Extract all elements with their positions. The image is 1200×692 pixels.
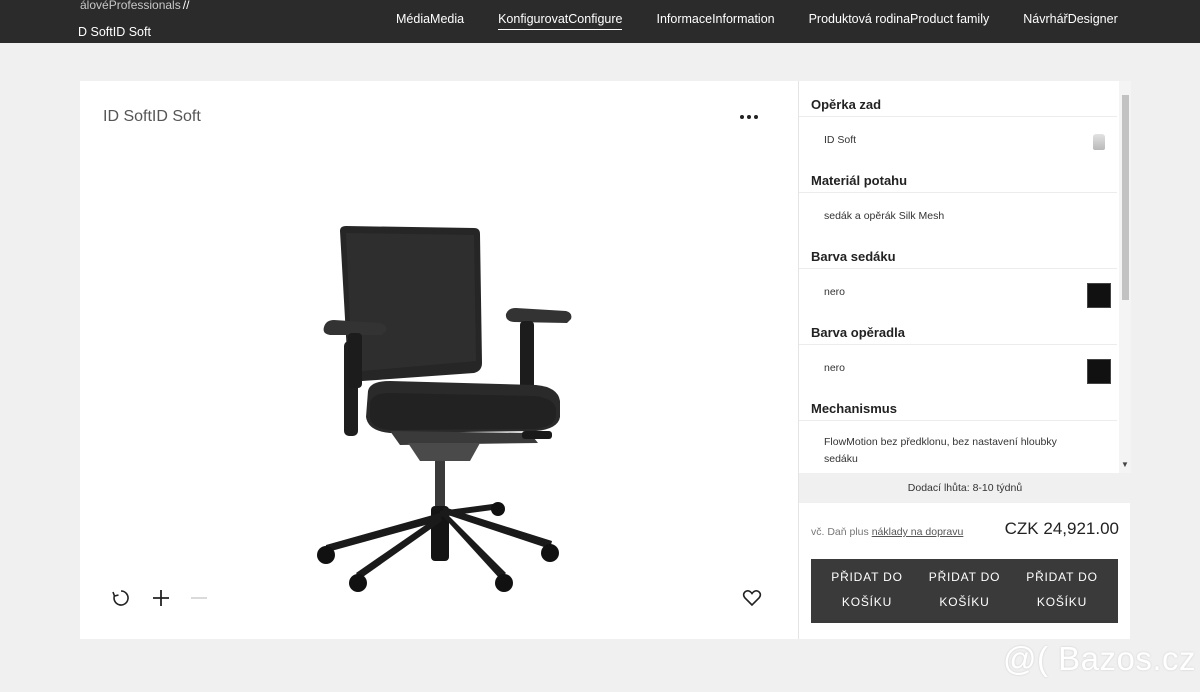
tax-prefix: vč. Daň plus (811, 526, 872, 538)
option-value-label: nero (824, 286, 846, 298)
option-group-mechanism: Mechanismus FlowMotion bez předklonu, be… (799, 385, 1119, 473)
shipping-cost-link[interactable]: náklady na dopravu (872, 526, 964, 538)
product-name-header: D SoftID Soft (78, 25, 151, 39)
option-value-label: FlowMotion bez předklonu, bez nastavení … (824, 436, 1057, 465)
breadcrumb[interactable]: álovéProfessionals// (80, 0, 189, 12)
heart-icon[interactable] (741, 587, 763, 609)
minus-icon[interactable] (188, 587, 210, 609)
nav-item-media[interactable]: MédiaMedia (396, 12, 464, 30)
product-viewer: ID SoftID Soft (80, 81, 798, 639)
breadcrumb-separator: // (182, 0, 190, 12)
delivery-time: Dodací lhůta: 8-10 týdnů (799, 473, 1131, 503)
option-value-mechanism[interactable]: FlowMotion bez předklonu, bez nastavení … (799, 421, 1119, 473)
nav-item-product-family[interactable]: Produktová rodinaProduct family (809, 12, 990, 30)
add-to-cart-label: PŘIDAT DO KOŠÍKU (831, 570, 903, 609)
option-value-seat-color[interactable]: nero (799, 269, 1119, 309)
option-group-backrest: Opěrka zad ID Soft (799, 81, 1119, 157)
chair-image[interactable] (310, 221, 590, 601)
option-heading: Mechanismus (799, 385, 1117, 421)
option-heading: Barva opěradla (799, 309, 1117, 345)
option-value-label: nero (824, 362, 846, 374)
main-nav: MédiaMedia KonfigurovatConfigure Informa… (396, 12, 1118, 30)
option-value-back-color[interactable]: nero (799, 345, 1119, 385)
scrollbar-thumb[interactable] (1122, 95, 1129, 300)
watermark: @( Bazos.cz (1003, 640, 1197, 677)
option-value-backrest[interactable]: ID Soft (799, 117, 1119, 157)
add-to-cart-label: PŘIDAT DO KOŠÍKU (928, 570, 1001, 609)
backrest-thumbnail-icon (1093, 134, 1105, 150)
option-heading: Opěrka zad (799, 81, 1117, 117)
option-group-back-color: Barva opěradla nero (799, 309, 1119, 385)
price: CZK 24,921.00 (1004, 519, 1119, 538)
breadcrumb-link[interactable]: álovéProfessionals (80, 0, 181, 12)
options-list[interactable]: Opěrka zad ID Soft Materiál potahu sedák… (799, 81, 1119, 473)
option-heading: Materiál potahu (799, 157, 1117, 193)
tax-note: vč. Daň plus náklady na dopravu (811, 526, 963, 538)
rotate-icon[interactable] (110, 587, 132, 609)
viewer-title: ID SoftID Soft (103, 108, 201, 125)
top-navigation-bar: álovéProfessionals// D SoftID Soft Média… (0, 0, 1200, 43)
nav-item-information[interactable]: InformaceInformation (656, 12, 774, 30)
option-value-material[interactable]: sedák a opěrák Silk Mesh (799, 193, 1119, 233)
option-value-label: ID Soft (824, 134, 857, 146)
nav-item-configure[interactable]: KonfigurovatConfigure (498, 12, 623, 30)
plus-icon[interactable] (150, 587, 172, 609)
scroll-down-arrow-icon[interactable]: ▼ (1121, 461, 1129, 469)
option-value-label: sedák a opěrák Silk Mesh (824, 210, 945, 222)
options-scrollbar[interactable]: ▼ (1119, 81, 1131, 473)
add-to-cart-button[interactable]: PŘIDAT DO KOŠÍKU PŘIDAT DO KOŠÍKU PŘIDAT… (811, 559, 1118, 623)
color-swatch (1087, 283, 1111, 308)
configurator-panel: Opěrka zad ID Soft Materiál potahu sedák… (798, 81, 1131, 639)
option-group-material: Materiál potahu sedák a opěrák Silk Mesh (799, 157, 1119, 233)
add-to-cart-label: PŘIDAT DO KOŠÍKU (1026, 570, 1098, 609)
option-heading: Barva sedáku (799, 233, 1117, 269)
color-swatch (1087, 359, 1111, 384)
option-group-seat-color: Barva sedáku nero (799, 233, 1119, 309)
price-row: vč. Daň plus náklady na dopravu CZK 24,9… (811, 519, 1119, 543)
more-dots-icon[interactable] (740, 109, 762, 125)
nav-item-designer[interactable]: NávrhářDesigner (1023, 12, 1117, 30)
